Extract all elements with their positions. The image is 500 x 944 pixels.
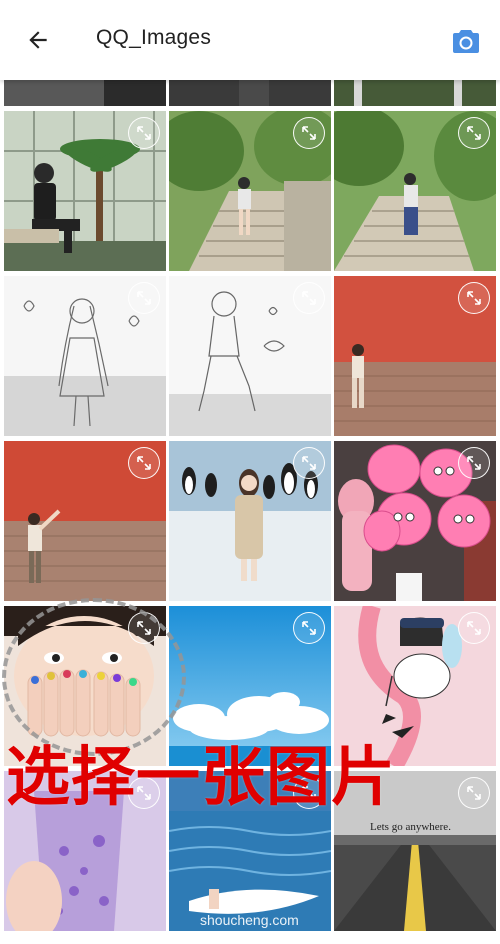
photo-tile-r3c0[interactable] [4,441,166,601]
photo-tile-r3c2[interactable] [334,441,496,601]
expand-button[interactable] [293,612,325,644]
highlight-circle [2,598,186,756]
page-title: QQ_Images [96,26,212,49]
photo-tile-r2c1[interactable] [169,276,331,436]
expand-button[interactable] [458,612,490,644]
expand-icon [302,621,316,635]
app-bar: QQ_Images [0,0,500,80]
photo-tile-r0c1[interactable] [169,80,331,106]
photo-thumbnail [4,80,166,106]
photo-tile-r0c2[interactable] [334,80,496,106]
photo-tile-r2c2[interactable] [334,276,496,436]
photo-tile-r1c1[interactable] [169,111,331,271]
expand-button[interactable] [128,447,160,479]
photo-tile-r1c2[interactable] [334,111,496,271]
camera-button[interactable] [446,22,486,60]
expand-button[interactable] [458,777,490,809]
back-button[interactable] [14,20,62,60]
arrow-back-icon [29,31,47,49]
photo-tile-r1c0[interactable] [4,111,166,271]
expand-icon [137,126,151,140]
select-image-caption: 选择一张图片 [6,741,396,815]
photo-thumbnail [334,80,496,106]
image-picker-screen: QQ_Images Lets go anywhere. 选择一张图片 shouc… [0,0,500,944]
expand-icon [137,456,151,470]
photo-thumbnail [169,80,331,106]
expand-button[interactable] [458,117,490,149]
camera-icon [453,30,479,53]
expand-button[interactable] [293,117,325,149]
expand-icon [302,291,316,305]
expand-button[interactable] [128,117,160,149]
expand-icon [467,126,481,140]
expand-icon [467,786,481,800]
watermark: shoucheng.com [200,912,299,928]
expand-button[interactable] [293,282,325,314]
photo-tile-r2c0[interactable] [4,276,166,436]
road-caption: Lets go anywhere. [370,821,451,833]
photo-tile-r0c0[interactable] [4,80,166,106]
expand-icon [467,456,481,470]
expand-icon [467,621,481,635]
expand-button[interactable] [458,282,490,314]
expand-icon [302,126,316,140]
expand-button[interactable] [293,447,325,479]
expand-button[interactable] [128,282,160,314]
expand-button[interactable] [458,447,490,479]
photo-tile-r3c1[interactable] [169,441,331,601]
expand-icon [302,456,316,470]
expand-icon [137,291,151,305]
expand-icon [467,291,481,305]
